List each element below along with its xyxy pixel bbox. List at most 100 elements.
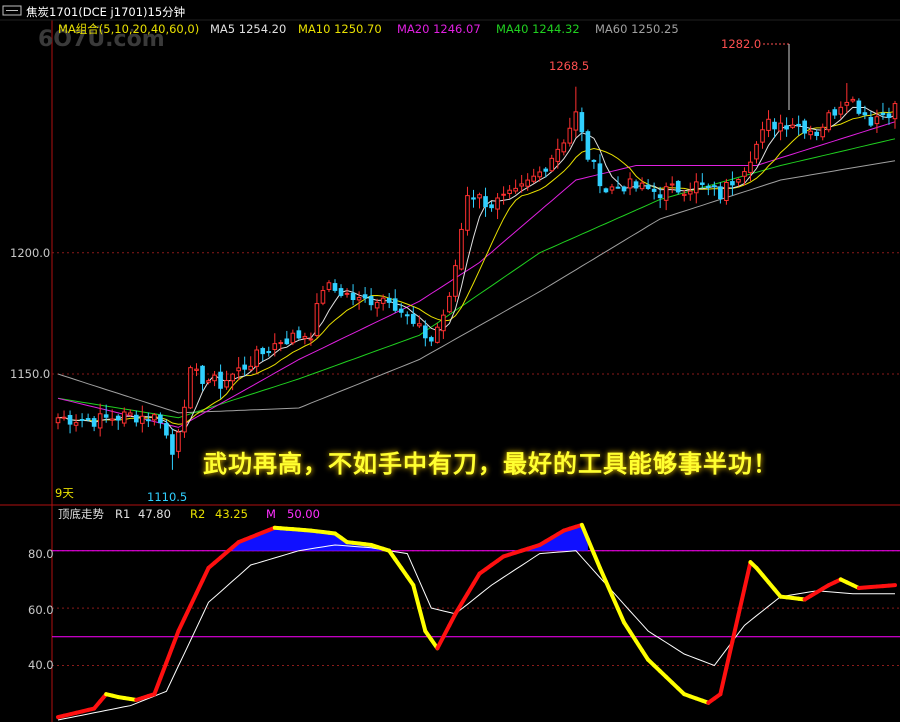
candle-body xyxy=(675,180,681,193)
candle-body xyxy=(561,142,567,153)
indicator-legend: 顶底走势 R1 47.80 R2 43.25 M 50.00 xyxy=(58,507,320,521)
r2-line xyxy=(57,544,895,721)
candle-body xyxy=(832,109,838,116)
candle-body xyxy=(808,130,813,136)
candle-body xyxy=(320,290,326,304)
candle xyxy=(886,107,892,125)
candle-body xyxy=(410,313,416,324)
ma5-line xyxy=(57,106,896,433)
candle xyxy=(838,101,844,119)
candle-body xyxy=(730,181,735,186)
candle-body xyxy=(615,186,621,189)
candle xyxy=(404,311,410,325)
candle-body xyxy=(633,181,639,189)
candle-body xyxy=(248,365,254,371)
candle xyxy=(814,129,820,141)
candle xyxy=(200,365,205,391)
candle xyxy=(802,118,807,139)
candle-body xyxy=(507,189,512,195)
candle-body xyxy=(585,131,591,160)
candle-body xyxy=(766,118,771,131)
candle xyxy=(362,287,368,303)
candle xyxy=(266,346,272,357)
candle-body xyxy=(567,127,573,144)
candle xyxy=(170,428,175,470)
candle xyxy=(832,106,838,119)
candle-body xyxy=(314,303,320,337)
candle xyxy=(158,412,163,429)
candle-body xyxy=(127,412,133,416)
r1-fall-segment xyxy=(603,579,614,598)
candle-body xyxy=(218,371,223,389)
candle-body xyxy=(182,406,187,433)
candle-body xyxy=(778,122,783,132)
candle-body xyxy=(868,116,874,126)
title-bar: 焦炭1701(DCE j1701)15分钟 xyxy=(2,5,185,19)
candle xyxy=(687,182,693,201)
candle xyxy=(639,177,645,191)
candle xyxy=(218,364,223,399)
candle-body xyxy=(657,194,663,199)
candle xyxy=(742,167,747,186)
candle xyxy=(507,184,512,199)
candle xyxy=(344,288,350,298)
candle-body xyxy=(429,337,434,342)
candle-body xyxy=(802,120,807,134)
candle-body xyxy=(459,228,464,270)
candle-body xyxy=(374,301,380,309)
candle-body xyxy=(525,179,530,187)
candle xyxy=(489,201,494,212)
r1-rise-segment xyxy=(170,629,181,649)
candle xyxy=(435,323,440,344)
candle-body xyxy=(206,380,211,383)
r1-rise-segment xyxy=(182,603,193,621)
candle xyxy=(326,280,332,293)
osc-tick-60: 60.0 xyxy=(28,603,54,617)
days-label: 9天 xyxy=(55,486,74,500)
candle xyxy=(483,187,488,217)
candle-body xyxy=(152,414,157,421)
candle-body xyxy=(850,98,856,102)
r1-value: 47.80 xyxy=(138,507,171,521)
candle-body xyxy=(140,415,145,424)
candle xyxy=(561,139,567,156)
candle-body xyxy=(350,292,356,300)
candle-body xyxy=(814,131,820,136)
candle-body xyxy=(73,422,79,426)
ma10-line xyxy=(57,111,896,425)
candle-body xyxy=(55,417,61,424)
candle-body xyxy=(477,194,482,199)
candle xyxy=(182,399,187,438)
y-tick-1150: 1150.0 xyxy=(10,367,50,381)
candle-body xyxy=(489,204,494,209)
candle-body xyxy=(687,190,693,195)
osc-tick-80: 80.0 xyxy=(28,547,54,561)
r1-rise-segment xyxy=(188,591,199,608)
candle-body xyxy=(748,161,753,173)
candle-body xyxy=(573,111,579,131)
candle-body xyxy=(724,182,729,201)
candle xyxy=(844,83,850,114)
candle-body xyxy=(886,113,892,118)
candle xyxy=(585,129,591,162)
candle-body xyxy=(603,188,609,193)
candle-body xyxy=(555,148,561,162)
candle xyxy=(501,186,506,205)
candle-body xyxy=(266,351,272,354)
candle xyxy=(579,107,585,142)
candle-body xyxy=(230,373,235,382)
chart-title: 焦炭1701(DCE j1701)15分钟 xyxy=(26,5,185,19)
candle xyxy=(441,309,446,339)
candle-body xyxy=(820,126,826,138)
candle xyxy=(242,356,247,376)
candle xyxy=(459,222,464,271)
r1-fall-segment xyxy=(585,537,596,556)
candle-body xyxy=(441,314,446,332)
candle-body xyxy=(115,415,121,421)
candle xyxy=(826,109,832,133)
candle xyxy=(320,285,326,306)
r1-rise-segment xyxy=(164,644,175,665)
candle-body xyxy=(121,411,127,424)
candle-body xyxy=(591,159,597,162)
candle-body xyxy=(856,100,862,114)
